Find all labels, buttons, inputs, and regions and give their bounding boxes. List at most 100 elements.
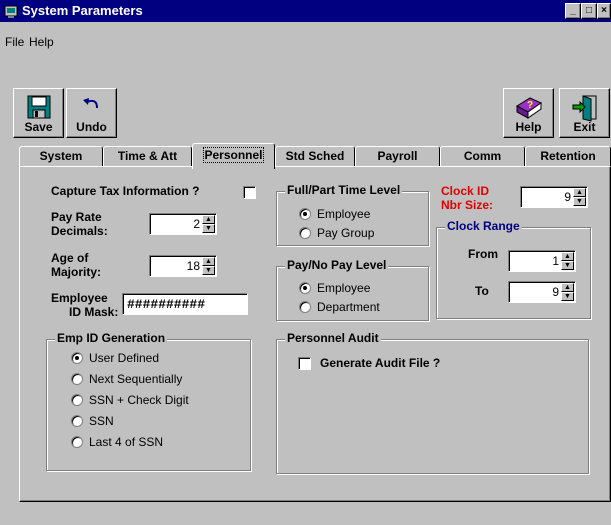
clock-range-from-spinner[interactable]: 1 ▲ ▼ bbox=[508, 250, 576, 272]
window-title: System Parameters bbox=[22, 3, 143, 18]
employee-id-mask-label-line2: ID Mask: bbox=[69, 305, 119, 319]
radio-user-defined[interactable] bbox=[71, 352, 83, 364]
spin-down-icon[interactable]: ▼ bbox=[573, 197, 586, 206]
maximize-button[interactable]: □ bbox=[581, 3, 597, 19]
tab-comm[interactable]: Comm bbox=[440, 146, 525, 167]
full-part-time-level-title: Full/Part Time Level bbox=[285, 183, 403, 197]
menu-file[interactable]: File bbox=[5, 35, 24, 49]
spin-down-icon[interactable]: ▼ bbox=[561, 261, 574, 270]
tab-time-att[interactable]: Time & Att bbox=[103, 146, 192, 167]
capture-tax-checkbox[interactable] bbox=[243, 186, 256, 199]
pay-rate-decimals-label-line2: Decimals: bbox=[51, 224, 108, 238]
tab-std-sched[interactable]: Std Sched bbox=[275, 146, 355, 167]
pay-rate-decimals-value: 2 bbox=[193, 217, 200, 231]
radio-fpt-employee[interactable] bbox=[299, 208, 311, 220]
personnel-audit-title: Personnel Audit bbox=[285, 331, 381, 345]
radio-ssn-label: SSN bbox=[89, 414, 114, 428]
clock-range-from-value: 1 bbox=[552, 254, 559, 268]
clock-range-to-value: 9 bbox=[552, 285, 559, 299]
undo-arrow-icon bbox=[82, 98, 98, 109]
spin-up-icon[interactable]: ▲ bbox=[561, 252, 574, 261]
close-button[interactable]: × bbox=[597, 3, 611, 19]
undo-label: Undo bbox=[76, 120, 107, 134]
title-bar[interactable]: System Parameters _ □ × bbox=[0, 0, 611, 22]
exit-door-icon bbox=[572, 95, 596, 122]
tab-comm-label: Comm bbox=[463, 149, 502, 163]
spin-down-icon[interactable]: ▼ bbox=[202, 266, 215, 275]
tab-personnel[interactable]: Personnel bbox=[192, 143, 275, 169]
radio-fpt-employee-label: Employee bbox=[317, 207, 371, 221]
tab-payroll[interactable]: Payroll bbox=[355, 146, 440, 167]
clock-range-to-label: To bbox=[475, 284, 489, 298]
help-button[interactable]: ? Help bbox=[503, 88, 554, 138]
tab-personnel-label: Personnel bbox=[203, 147, 264, 163]
spin-up-icon[interactable]: ▲ bbox=[202, 215, 215, 224]
emp-id-generation-group: Emp ID Generation User Defined Next Sequ… bbox=[46, 331, 251, 471]
save-label: Save bbox=[24, 120, 53, 134]
clock-id-label-line1: Clock ID bbox=[441, 184, 490, 198]
spin-up-icon[interactable]: ▲ bbox=[561, 283, 574, 292]
svg-text:?: ? bbox=[527, 100, 533, 111]
age-of-majority-label-line1: Age of bbox=[51, 251, 89, 265]
system-parameters-window: System Parameters _ □ × File Help Save U… bbox=[0, 0, 611, 525]
clock-id-nbr-size-spinner[interactable]: 9 ▲ ▼ bbox=[520, 186, 588, 208]
spin-down-icon[interactable]: ▼ bbox=[561, 292, 574, 301]
spin-up-icon[interactable]: ▲ bbox=[573, 188, 586, 197]
tab-system-label: System bbox=[39, 149, 83, 163]
minimize-button[interactable]: _ bbox=[565, 3, 581, 19]
exit-button[interactable]: Exit bbox=[559, 88, 610, 138]
radio-last-4-ssn[interactable] bbox=[71, 436, 83, 448]
radio-pnp-department[interactable] bbox=[299, 301, 311, 313]
radio-pnp-employee[interactable] bbox=[299, 282, 311, 294]
generate-audit-file-checkbox[interactable] bbox=[298, 357, 311, 370]
menu-bar: File Help bbox=[0, 33, 611, 51]
radio-next-sequentially[interactable] bbox=[71, 373, 83, 385]
exit-label: Exit bbox=[573, 120, 596, 134]
spin-down-icon[interactable]: ▼ bbox=[202, 224, 215, 233]
age-of-majority-label-line2: Majority: bbox=[51, 265, 102, 279]
radio-ssn-check-digit-label: SSN + Check Digit bbox=[89, 393, 189, 407]
radio-ssn[interactable] bbox=[71, 415, 83, 427]
radio-next-sequentially-label: Next Sequentially bbox=[89, 372, 183, 386]
pay-no-pay-level-title: Pay/No Pay Level bbox=[285, 258, 389, 272]
tab-retention[interactable]: Retention bbox=[525, 146, 611, 167]
tab-strip: System Time & Att Personnel Std Sched Pa… bbox=[19, 143, 611, 169]
capture-tax-label: Capture Tax Information ? bbox=[51, 184, 200, 198]
save-button[interactable]: Save bbox=[13, 88, 64, 138]
tab-system[interactable]: System bbox=[19, 146, 103, 167]
clock-range-title: Clock Range bbox=[445, 219, 522, 233]
personnel-audit-group: Personnel Audit Generate Audit File ? bbox=[276, 331, 589, 474]
help-label: Help bbox=[515, 120, 542, 134]
tab-payroll-label: Payroll bbox=[377, 149, 418, 163]
menu-help[interactable]: Help bbox=[29, 35, 54, 49]
tab-retention-label: Retention bbox=[540, 149, 596, 163]
personnel-tab-panel: Capture Tax Information ? Pay Rate Decim… bbox=[19, 166, 611, 502]
full-part-time-level-group: Full/Part Time Level Employee Pay Group bbox=[276, 183, 429, 246]
tab-std-sched-label: Std Sched bbox=[285, 149, 345, 163]
pay-rate-decimals-spinner[interactable]: 2 ▲ ▼ bbox=[149, 213, 217, 235]
clock-id-nbr-size-value: 9 bbox=[564, 190, 571, 204]
radio-fpt-pay-group[interactable] bbox=[299, 227, 311, 239]
radio-ssn-check-digit[interactable] bbox=[71, 394, 83, 406]
clock-range-to-spinner[interactable]: 9 ▲ ▼ bbox=[508, 281, 576, 303]
radio-user-defined-label: User Defined bbox=[89, 351, 160, 365]
clock-id-label-line2: Nbr Size: bbox=[441, 198, 494, 212]
help-book-icon: ? bbox=[515, 97, 542, 119]
employee-id-mask-label-line1: Employee bbox=[51, 291, 108, 305]
radio-fpt-pay-group-label: Pay Group bbox=[317, 226, 375, 240]
app-icon bbox=[4, 5, 18, 18]
clock-range-group: Clock Range From 1 ▲ ▼ To 9 ▲ ▼ bbox=[436, 219, 591, 319]
pay-rate-decimals-label-line1: Pay Rate bbox=[51, 210, 102, 224]
undo-button[interactable]: Undo bbox=[66, 88, 117, 138]
floppy-disk-icon bbox=[27, 95, 50, 119]
employee-id-mask-input[interactable]: ########## bbox=[122, 293, 248, 315]
clock-range-from-label: From bbox=[468, 247, 498, 261]
emp-id-generation-title: Emp ID Generation bbox=[55, 331, 168, 345]
radio-last-4-ssn-label: Last 4 of SSN bbox=[89, 435, 164, 449]
age-of-majority-spinner[interactable]: 18 ▲ ▼ bbox=[149, 255, 217, 277]
generate-audit-file-label: Generate Audit File ? bbox=[320, 356, 441, 370]
radio-pnp-department-label: Department bbox=[317, 300, 380, 314]
age-of-majority-value: 18 bbox=[186, 259, 200, 273]
pay-no-pay-level-group: Pay/No Pay Level Employee Department bbox=[276, 258, 429, 321]
spin-up-icon[interactable]: ▲ bbox=[202, 257, 215, 266]
